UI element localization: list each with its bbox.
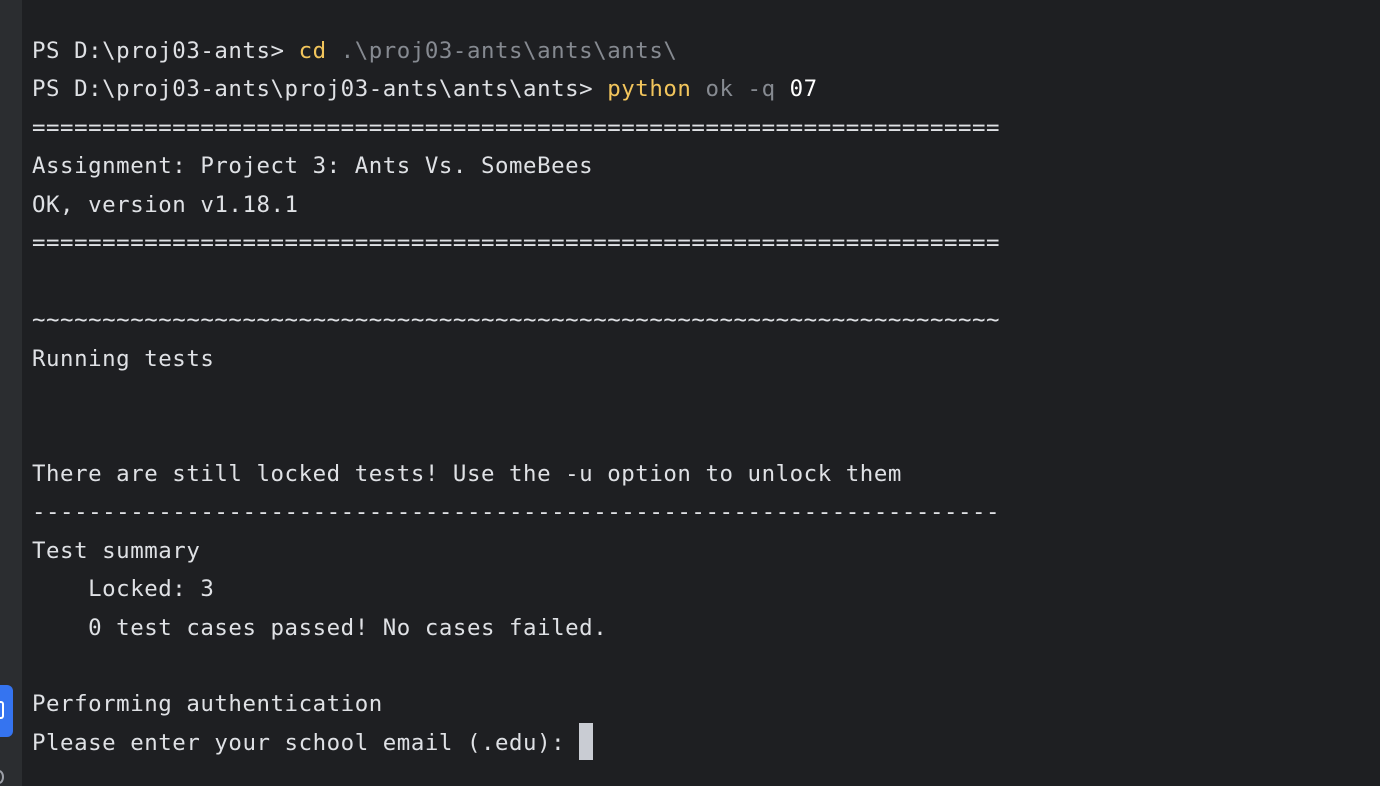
command-flag: -q xyxy=(733,76,776,103)
terminal-output[interactable]: PS D:\proj03-ants> cd .\proj03-ants\ants… xyxy=(32,32,1380,762)
dash-separator-line: ----------------------------------------… xyxy=(32,499,1001,526)
command-argument: 07 xyxy=(775,76,818,103)
text-cursor[interactable] xyxy=(579,722,594,760)
command-line-2: PS D:\proj03-ants\proj03-ants\ants\ants>… xyxy=(32,70,1380,108)
email-prompt: Please enter your school email (.edu): xyxy=(32,729,580,756)
command-name: python xyxy=(607,76,692,103)
authentication-line: Performing authentication xyxy=(32,691,383,718)
tool-window-icon[interactable] xyxy=(0,770,4,784)
assignment-line: Assignment: Project 3: Ants Vs. SomeBees xyxy=(32,153,594,180)
locked-tests-message: There are still locked tests! Use the -u… xyxy=(32,460,902,487)
command-argument: .\proj03-ants\ants\ants\ xyxy=(326,38,678,64)
command-line-1: PS D:\proj03-ants> cd .\proj03-ants\ants… xyxy=(32,32,1380,70)
locked-count-line: Locked: 3 xyxy=(32,576,215,603)
email-input-line[interactable]: Please enter your school email (.edu): xyxy=(32,722,1380,762)
terminal-tab-icon xyxy=(0,701,4,719)
command-name: cd xyxy=(298,38,327,64)
passed-cases-line: 0 test cases passed! No cases failed. xyxy=(32,614,608,641)
left-tool-gutter xyxy=(0,0,22,786)
separator-line: ========================================… xyxy=(32,114,1001,141)
prompt: PS D:\proj03-ants\proj03-ants\ants\ants> xyxy=(32,76,608,103)
terminal-tool-tab[interactable] xyxy=(0,685,13,737)
running-tests-line: Running tests xyxy=(32,345,215,372)
prompt: PS D:\proj03-ants> xyxy=(32,38,299,64)
command-argument: ok xyxy=(691,76,734,103)
separator-line: ========================================… xyxy=(32,230,1001,257)
tilde-separator-line: ~~~~~~~~~~~~~~~~~~~~~~~~~~~~~~~~~~~~~~~~… xyxy=(32,307,1001,334)
version-line: OK, version v1.18.1 xyxy=(32,191,299,218)
test-summary-title: Test summary xyxy=(32,537,201,564)
terminal-window: PS D:\proj03-ants> cd .\proj03-ants\ants… xyxy=(0,0,1380,786)
